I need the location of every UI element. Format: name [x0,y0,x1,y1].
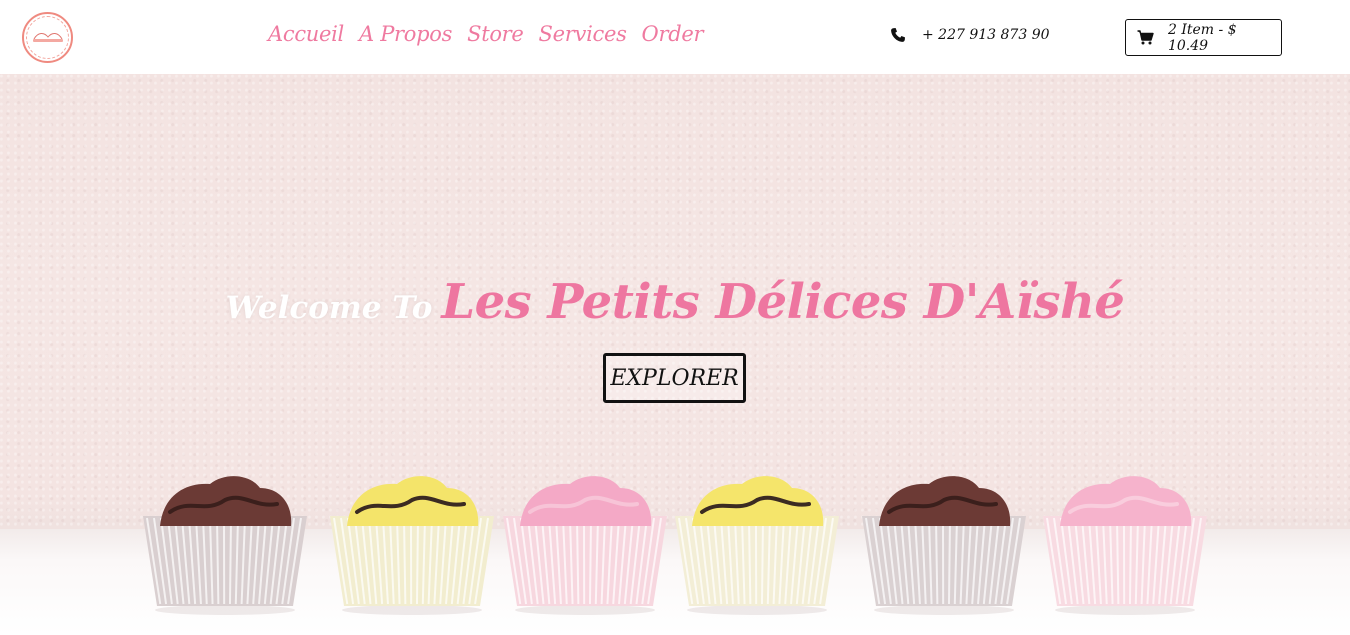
phone-contact[interactable]: + 227 913 873 90 [890,27,1050,43]
nav-link-a-propos[interactable]: A Propos [359,22,452,46]
hero-banner: Welcome To Les Petits Délices D'Aïshé EX… [0,74,1350,635]
welcome-prefix: Welcome To [225,290,433,326]
cupcakes-illustration [143,476,1207,615]
cupcake-lemon [330,476,494,615]
hero-heading: Welcome To Les Petits Délices D'Aïshé [0,274,1350,330]
phone-number: + 227 913 873 90 [922,27,1050,43]
cart-icon [1137,30,1154,45]
logo-emblem-icon [32,32,63,42]
cupcake-chocolate [862,476,1026,615]
site-logo[interactable] [22,12,73,63]
explorer-button[interactable]: EXPLORER [603,353,746,403]
cupcake-pink [1043,476,1207,615]
nav-link-order[interactable]: Order [642,22,704,46]
logo-ring [26,16,69,59]
nav-link-services[interactable]: Services [539,22,627,46]
cupcake-lemon [675,476,839,615]
top-navbar: Accueil A Propos Store Services Order + … [0,0,1350,74]
cupcake-chocolate [143,476,307,615]
hero-title: Les Petits Délices D'Aïshé [441,274,1125,330]
nav-link-store[interactable]: Store [467,22,524,46]
cart-button[interactable]: 2 Item - $ 10.49 [1125,19,1282,56]
phone-icon [891,28,905,42]
explorer-button-label: EXPLORER [610,365,739,391]
nav-link-accueil[interactable]: Accueil [268,22,344,46]
cart-summary: 2 Item - $ 10.49 [1167,21,1237,54]
main-nav: Accueil A Propos Store Services Order [268,22,704,46]
cupcake-pink [503,476,667,615]
logo-text [30,30,66,46]
